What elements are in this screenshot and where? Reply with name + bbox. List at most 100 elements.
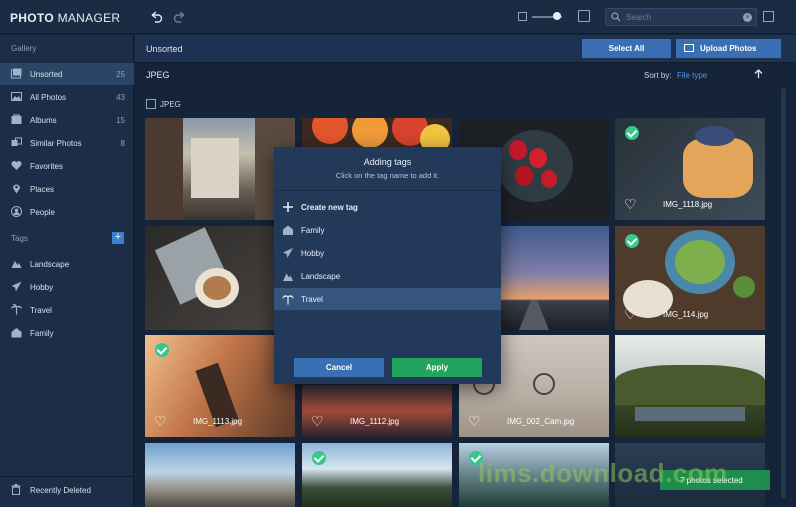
photo-thumbnail[interactable]: ♡ IMG_1112.jpg (302, 385, 452, 437)
sort-by-label: Sort by: (644, 71, 672, 80)
upload-icon (684, 44, 694, 52)
scrollbar-thumb[interactable] (781, 88, 786, 498)
sidebar-item-label: All Photos (30, 93, 67, 102)
sidebar-item-label: Family (30, 329, 54, 338)
sidebar-item-recently-deleted[interactable]: Recently Deleted (0, 476, 134, 502)
photo-thumbnail[interactable] (145, 443, 295, 507)
group-label: JPEG (160, 100, 181, 109)
photo-thumbnail[interactable] (145, 226, 295, 330)
checkmark-icon (155, 343, 169, 357)
cancel-button[interactable]: Cancel (294, 358, 384, 377)
paper-plane-icon (283, 248, 293, 258)
search-box: × (605, 8, 757, 26)
sidebar-item-label: Similar Photos (30, 139, 82, 148)
photo-thumbnail[interactable] (615, 335, 765, 437)
undo-icon[interactable] (148, 9, 164, 25)
heart-icon[interactable]: ♡ (468, 414, 481, 428)
arrow-up-icon[interactable] (754, 69, 763, 79)
sidebar-item-count: 43 (116, 93, 125, 102)
heart-icon[interactable]: ♡ (624, 197, 637, 211)
sidebar-item-hobby[interactable]: Hobby (0, 276, 134, 298)
similar-icon (11, 137, 22, 146)
top-bar: PHOTO MANAGER × (0, 0, 796, 34)
landscape-icon (11, 261, 22, 268)
tag-label: Create new tag (301, 203, 358, 212)
sidebar-item-count: 8 (120, 139, 125, 148)
redo-icon[interactable] (172, 9, 188, 25)
main-header: Unsorted Select All Upload Photos (135, 35, 796, 63)
photo-thumbnail-selected[interactable]: ♡ IMG_1118.jpg (615, 118, 765, 220)
photos-icon (11, 92, 22, 101)
tag-item-landscape[interactable]: Landscape (274, 265, 501, 287)
upload-label: Upload Photos (700, 44, 757, 53)
photo-filename: IMG_1112.jpg (350, 417, 400, 426)
checkmark-icon (625, 126, 639, 140)
zoom-in-icon[interactable] (578, 10, 590, 22)
apply-button[interactable]: Apply (392, 358, 482, 377)
photo-filename: IMG_1113.jpg (193, 417, 243, 426)
search-input[interactable] (626, 10, 741, 24)
sidebar-item-places[interactable]: Places (0, 178, 134, 200)
search-icon (611, 12, 621, 22)
family-icon (11, 328, 22, 338)
zoom-out-icon[interactable] (518, 12, 527, 21)
select-all-button[interactable]: Select All (582, 39, 671, 58)
sidebar-item-favorites[interactable]: Favorites (0, 155, 134, 177)
photo-thumbnail-selected[interactable]: ♡ IMG_1113.jpg (145, 335, 295, 437)
sidebar-item-family[interactable]: Family (0, 322, 134, 344)
paper-plane-icon (11, 281, 22, 292)
add-tags-dialog: Adding tags Click on the tag name to add… (274, 147, 501, 384)
zoom-slider-handle[interactable] (553, 12, 561, 20)
group-header: JPEG Sort by: File type (135, 64, 780, 86)
tag-label: Travel (301, 295, 323, 304)
sidebar-item-people[interactable]: People (0, 201, 134, 223)
sidebar-item-label: Hobby (30, 283, 54, 292)
divider (274, 190, 501, 191)
photo-thumbnail-selected[interactable] (302, 443, 452, 507)
sidebar-item-label: Albums (30, 116, 57, 125)
app-logo: PHOTO MANAGER (10, 11, 121, 25)
create-new-tag-item[interactable]: Create new tag (274, 196, 501, 218)
format-title: JPEG (146, 70, 170, 80)
sidebar-item-label: Unsorted (30, 70, 63, 79)
heart-icon[interactable]: ♡ (624, 307, 637, 321)
tag-label: Family (301, 226, 325, 235)
sidebar-item-landscape[interactable]: Landscape (0, 253, 134, 275)
watermark: lims.download.com (478, 458, 728, 488)
sidebar-item-all-photos[interactable]: All Photos 43 (0, 86, 134, 108)
palm-tree-icon (282, 295, 294, 305)
sidebar-item-label: Landscape (30, 260, 70, 269)
add-tag-button[interactable]: + (112, 232, 124, 244)
photo-thumbnail-selected[interactable]: ♡ IMG_114.jpg (615, 226, 765, 330)
sidebar-item-label: Places (30, 185, 55, 194)
page-title: Unsorted (146, 44, 183, 54)
tag-item-family[interactable]: Family (274, 219, 501, 241)
clear-search-icon[interactable]: × (743, 13, 752, 22)
sidebar-item-count: 15 (116, 116, 125, 125)
photo-thumbnail[interactable] (145, 118, 295, 220)
group-select-checkbox[interactable] (146, 99, 156, 109)
sidebar-item-label: Recently Deleted (30, 486, 91, 495)
tag-item-travel[interactable]: Travel (274, 288, 501, 310)
photo-filename: IMG_1118.jpg (663, 200, 713, 209)
heart-icon[interactable]: ♡ (311, 414, 324, 428)
heart-icon[interactable]: ♡ (154, 414, 167, 428)
tag-item-hobby[interactable]: Hobby (274, 242, 501, 264)
sidebar-item-label: Favorites (30, 162, 63, 171)
vertical-scrollbar[interactable] (780, 64, 788, 507)
sidebar-item-similar-photos[interactable]: Similar Photos 8 (0, 132, 134, 154)
pin-icon (13, 184, 20, 194)
calendar-icon[interactable] (763, 11, 774, 22)
sidebar-item-albums[interactable]: Albums 15 (0, 109, 134, 131)
sidebar-item-travel[interactable]: Travel (0, 299, 134, 321)
sort-by-dropdown[interactable]: File type (677, 71, 707, 80)
upload-photos-button[interactable]: Upload Photos (676, 39, 781, 58)
sidebar-item-unsorted[interactable]: Unsorted 25 (0, 63, 134, 85)
person-icon (11, 206, 22, 217)
tag-label: Landscape (301, 272, 341, 281)
trash-icon (11, 484, 21, 495)
photo-filename: IMG_114.jpg (663, 310, 709, 319)
gallery-section-title: Gallery (11, 44, 37, 53)
album-icon (11, 114, 22, 124)
dialog-subtitle: Click on the tag name to add it. (335, 171, 440, 180)
